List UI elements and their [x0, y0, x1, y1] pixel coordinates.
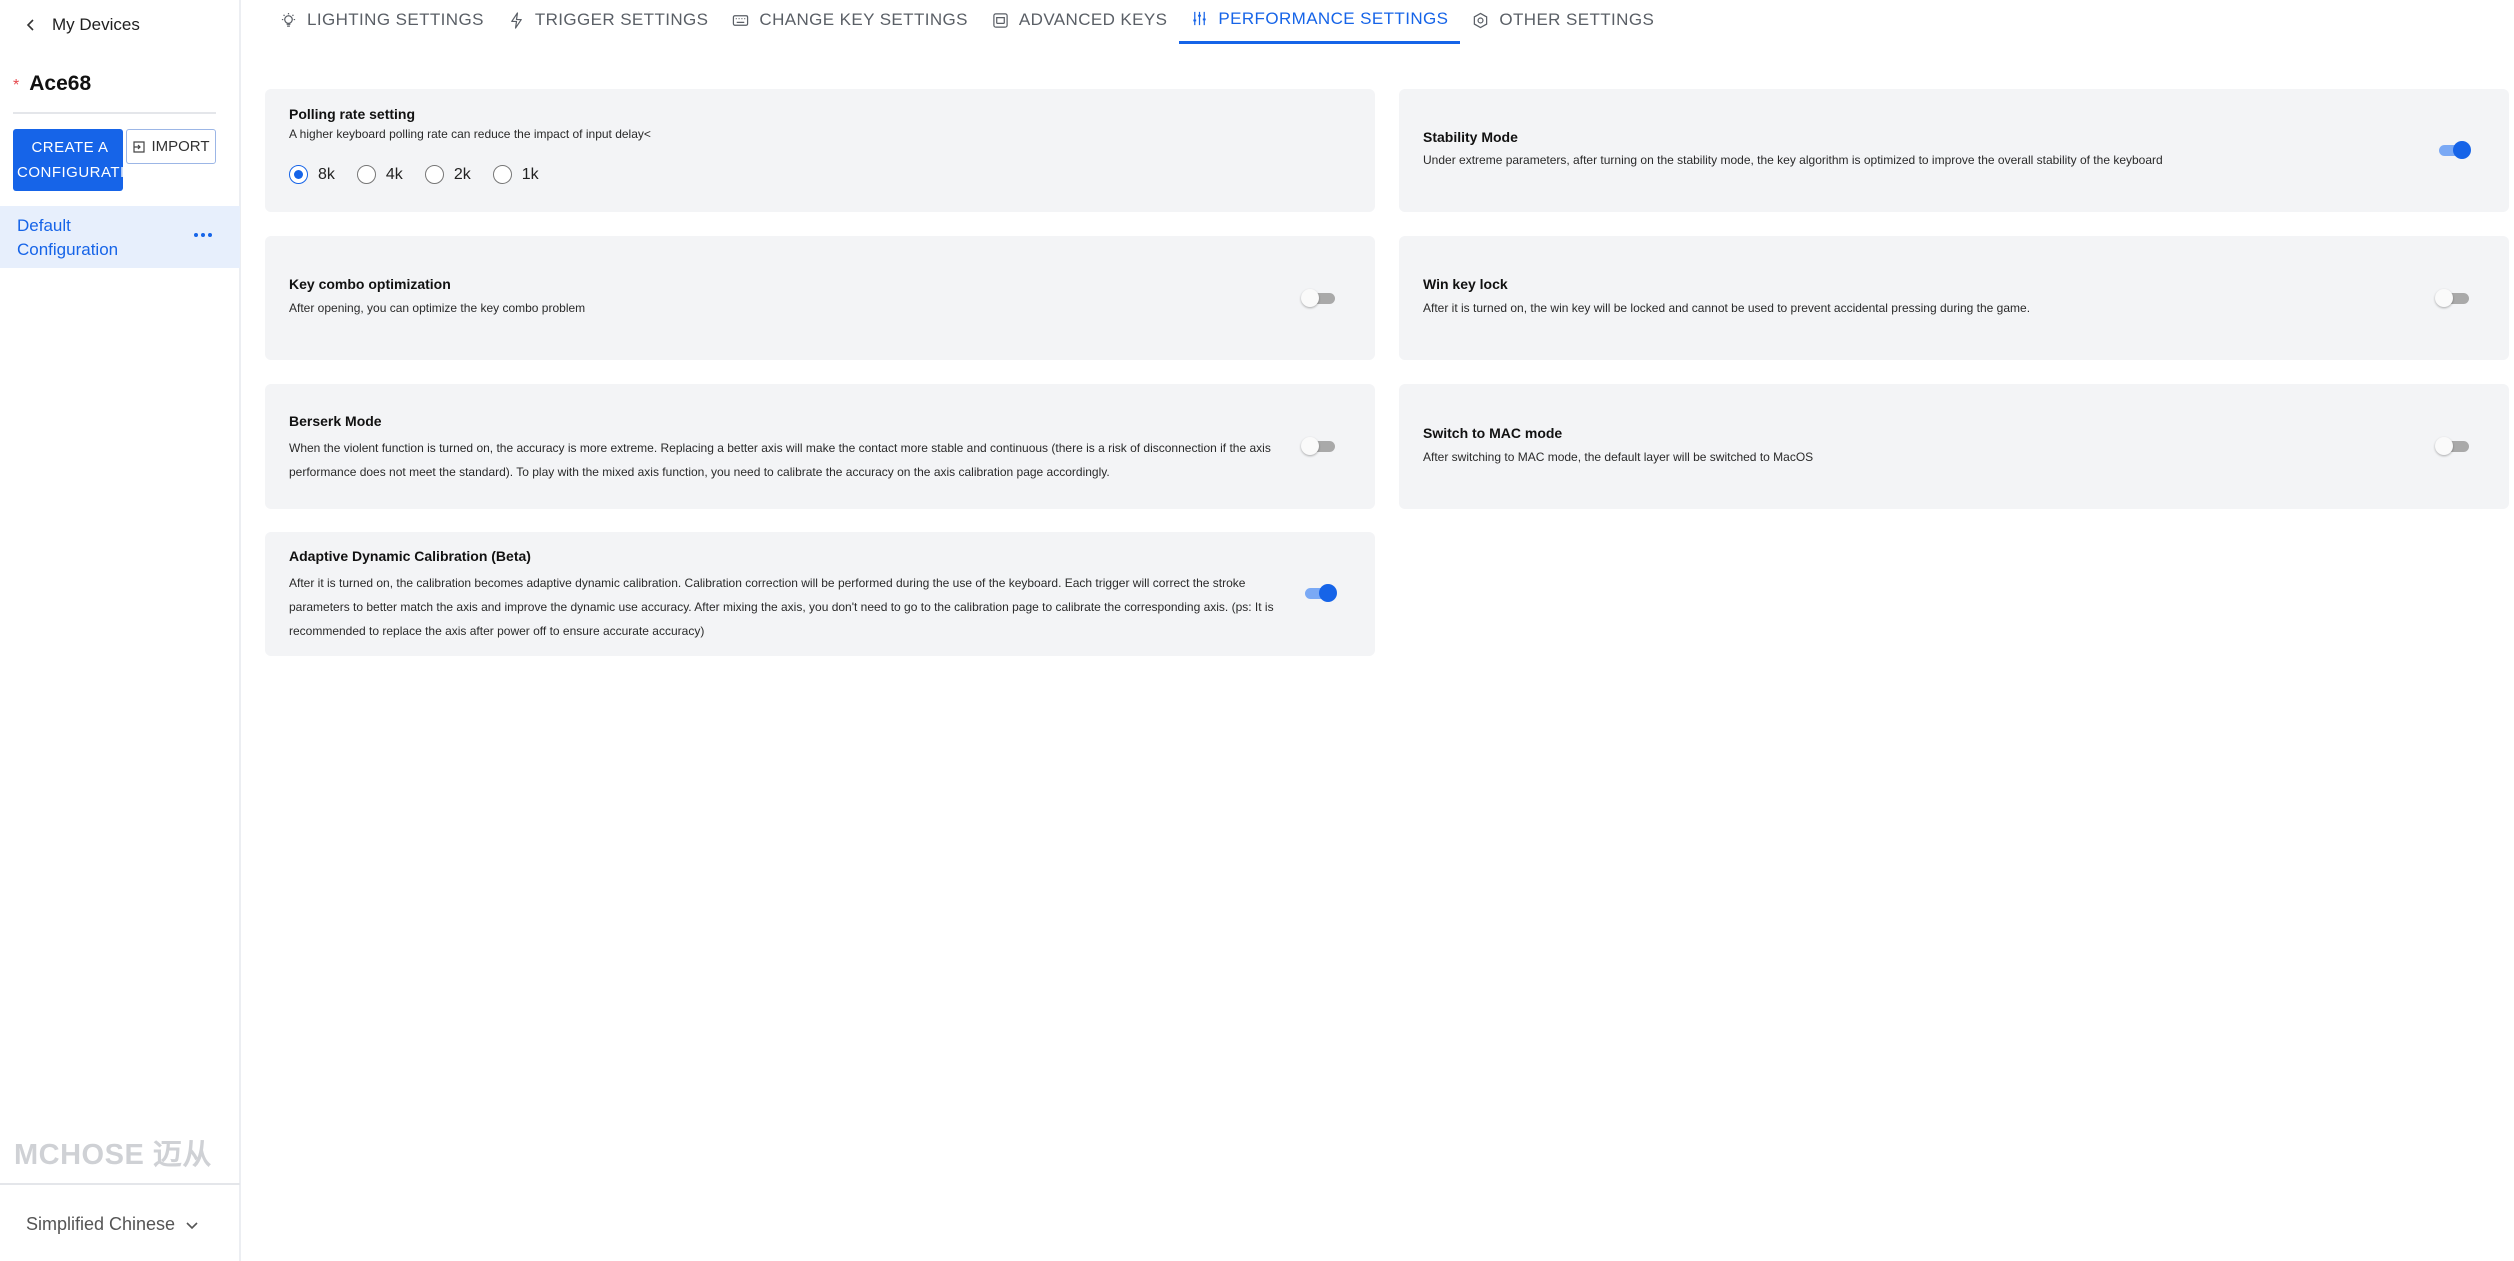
adaptive-calibration-card: Adaptive Dynamic Calibration (Beta) Afte… [265, 532, 1375, 656]
polling-option-label: 2k [453, 165, 471, 183]
stability-mode-title: Stability Mode [1423, 129, 1518, 145]
win-key-lock-card: Win key lock After it is turned on, the … [1399, 236, 2509, 360]
key-combo-title: Key combo optimization [289, 276, 451, 292]
tab-lighting[interactable]: LIGHTING SETTINGS [268, 0, 496, 44]
polling-rate-desc: A higher keyboard polling rate can reduc… [289, 127, 651, 141]
back-label: My Devices [52, 15, 140, 34]
config-item-default[interactable]: Default Configuration [0, 206, 240, 268]
win-key-lock-desc: After it is turned on, the win key will … [1423, 301, 2031, 315]
key-combo-toggle[interactable] [1301, 288, 1337, 308]
stability-mode-card: Stability Mode Under extreme parameters,… [1399, 89, 2509, 212]
tab-label: LIGHTING SETTINGS [307, 10, 484, 29]
stability-mode-desc: Under extreme parameters, after turning … [1423, 153, 2163, 167]
required-marker: * [13, 77, 20, 94]
tab-trigger[interactable]: TRIGGER SETTINGS [496, 0, 721, 44]
brand-logo: MCHOSE 迈从 [14, 1133, 214, 1173]
stability-mode-toggle[interactable] [2435, 140, 2471, 160]
more-icon[interactable] [194, 228, 214, 242]
mac-mode-desc: After switching to MAC mode, the default… [1423, 450, 1814, 464]
hexagon-gear-icon [1474, 12, 1488, 28]
polling-rate-title: Polling rate setting [289, 106, 416, 122]
keyboard-icon [733, 14, 749, 26]
config-label: Default Configuration [17, 216, 119, 259]
polling-option-4k[interactable]: 4k [356, 165, 403, 184]
adaptive-calibration-toggle[interactable] [1301, 583, 1337, 603]
back-to-devices[interactable]: My Devices [24, 12, 140, 38]
language-select[interactable]: Simplified Chinese [26, 1214, 199, 1235]
import-icon [133, 140, 146, 153]
tab-change-key[interactable]: CHANGE KEY SETTINGS [720, 0, 980, 44]
polling-option-2k[interactable]: 2k [424, 165, 471, 184]
win-key-lock-title: Win key lock [1423, 276, 1508, 292]
tab-label: OTHER SETTINGS [1499, 10, 1655, 29]
tab-label: ADVANCED KEYS [1018, 10, 1168, 29]
polling-option-label: 8k [318, 165, 335, 183]
sidebar: My Devices * Ace68 CREATE A CONFIGURATIO… [0, 0, 241, 1261]
berserk-mode-desc: When the violent function is turned on, … [289, 441, 1271, 479]
import-label: IMPORT [151, 138, 210, 155]
polling-rate-options: 8k 4k 2k 1k [289, 165, 561, 184]
settings-tabs: LIGHTING SETTINGS TRIGGER SETTINGS CHANG… [268, 0, 1666, 46]
device-name: Ace68 [29, 72, 92, 95]
radio[interactable] [492, 165, 512, 184]
tab-performance[interactable]: PERFORMANCE SETTINGS [1179, 0, 1461, 44]
tab-label: TRIGGER SETTINGS [534, 10, 709, 29]
berserk-mode-title: Berserk Mode [289, 413, 382, 429]
key-combo-card: Key combo optimization After opening, yo… [265, 236, 1375, 360]
polling-rate-card: Polling rate setting A higher keyboard p… [265, 89, 1375, 212]
radio[interactable] [424, 165, 444, 184]
tab-label: PERFORMANCE SETTINGS [1218, 8, 1449, 28]
mac-mode-title: Switch to MAC mode [1423, 425, 1563, 441]
polling-option-label: 1k [521, 165, 539, 183]
berserk-mode-toggle[interactable] [1301, 436, 1337, 456]
key-combo-desc: After opening, you can optimize the key … [289, 301, 586, 315]
advanced-key-icon [993, 12, 1008, 28]
import-button[interactable]: IMPORT [126, 129, 216, 164]
tab-advanced-keys[interactable]: ADVANCED KEYS [980, 0, 1179, 44]
tab-label: CHANGE KEY SETTINGS [759, 10, 968, 29]
divider [13, 112, 216, 114]
radio-checked[interactable] [289, 165, 308, 184]
lightning-icon [510, 11, 522, 29]
berserk-mode-card: Berserk Mode When the violent function i… [265, 384, 1375, 509]
radio[interactable] [356, 165, 376, 184]
mac-mode-toggle[interactable] [2435, 436, 2471, 456]
create-configuration-button[interactable]: CREATE A CONFIGURATION [13, 129, 123, 191]
language-label: Simplified Chinese [26, 1214, 176, 1234]
polling-option-label: 4k [385, 165, 403, 183]
adaptive-calibration-title: Adaptive Dynamic Calibration (Beta) [289, 548, 531, 564]
divider [0, 1183, 240, 1185]
chevron-left-icon [26, 19, 34, 31]
adaptive-calibration-desc: After it is turned on, the calibration b… [289, 576, 1274, 638]
sliders-icon [1193, 11, 1207, 26]
chevron-down-icon [186, 1221, 198, 1229]
brand-logo-text: MCHOSE 迈从 [14, 1139, 212, 1171]
tab-other[interactable]: OTHER SETTINGS [1460, 0, 1666, 44]
mac-mode-card: Switch to MAC mode After switching to MA… [1399, 384, 2509, 509]
win-key-lock-toggle[interactable] [2435, 288, 2471, 308]
device-row: * Ace68 [13, 72, 91, 96]
bulb-icon [281, 12, 296, 27]
polling-option-8k[interactable]: 8k [289, 165, 335, 184]
polling-option-1k[interactable]: 1k [492, 165, 539, 184]
